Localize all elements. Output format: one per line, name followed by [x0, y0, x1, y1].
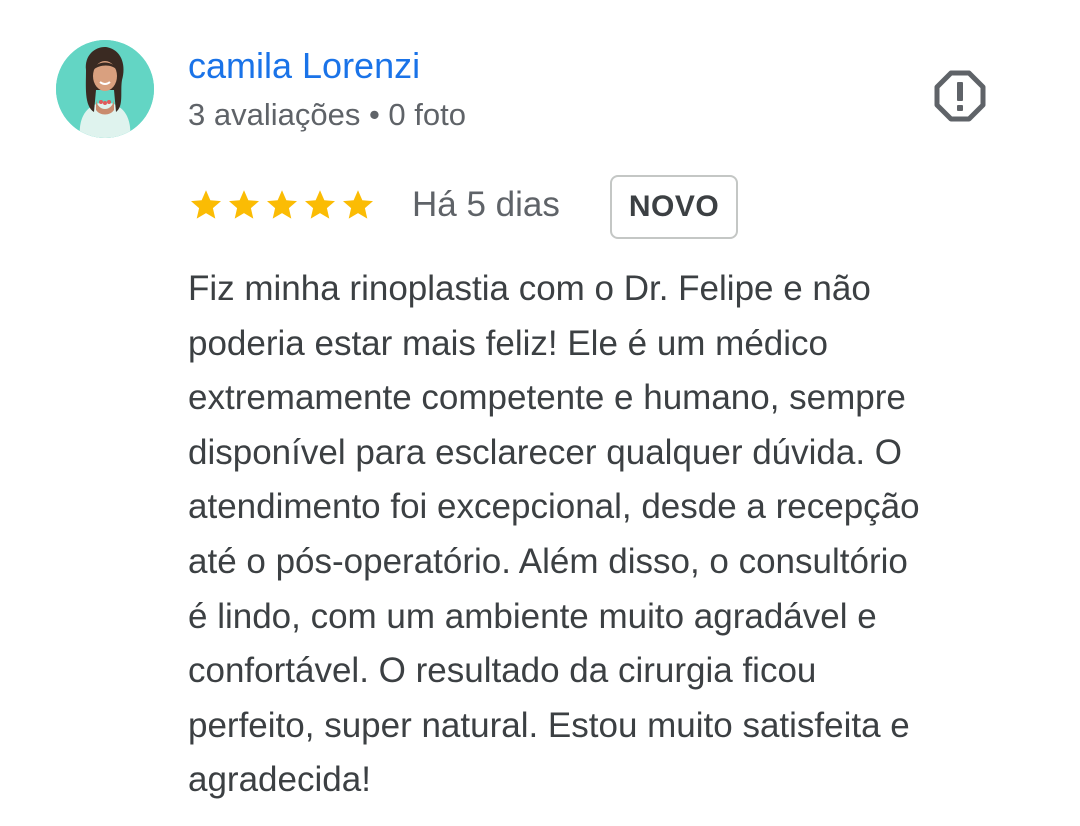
review-text-line: agradecida!: [188, 760, 371, 800]
review-text-line: disponível para esclarecer qualquer dúvi…: [188, 432, 903, 472]
review-text-line: é lindo, com um ambiente muito agradável…: [188, 596, 877, 636]
star-icon: [305, 190, 335, 219]
star-icon: [229, 190, 259, 219]
review-text-line: Fiz minha rinoplastia com o Dr. Felipe e…: [188, 269, 871, 308]
review-text-line: perfeito, super natural. Estou muito sat…: [188, 705, 910, 745]
star-icon: [343, 190, 373, 219]
star-icon: [191, 190, 221, 219]
new-badge: NOVO: [610, 175, 738, 239]
review-text: Fiz minha rinoplastia com o Dr. Felipe e…: [188, 262, 1048, 808]
review-text-line: poderia estar mais feliz! Ele é um médic…: [188, 323, 828, 363]
reviewer-meta: 3 avaliações • 0 foto: [188, 97, 466, 132]
star-icon: [267, 190, 297, 219]
review-text-line: extremamente competente e humano, sempre: [188, 378, 906, 418]
review-text-line: confortável. O resultado da cirurgia fic…: [188, 651, 817, 691]
star-rating: [188, 184, 376, 226]
reviewer-name-link[interactable]: camila Lorenzi: [188, 44, 420, 88]
report-octagon-icon[interactable]: [934, 70, 986, 122]
review-date: Há 5 dias: [412, 185, 560, 224]
review-text-line: atendimento foi excepcional, desde a rec…: [188, 487, 920, 527]
avatar[interactable]: [56, 40, 154, 138]
review-text-line: até o pós-operatório. Além disso, o cons…: [188, 541, 908, 581]
